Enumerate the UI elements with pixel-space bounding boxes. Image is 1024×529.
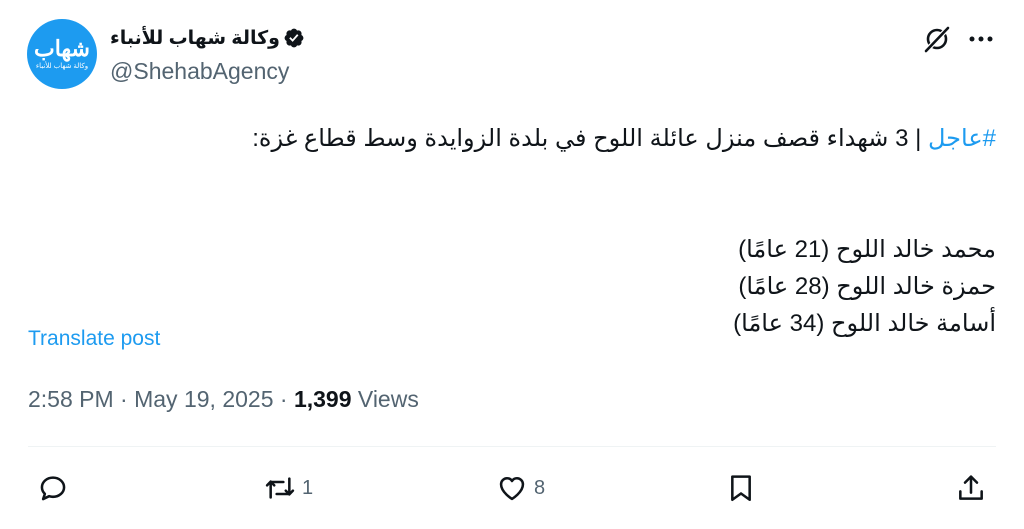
heart-icon <box>499 477 525 501</box>
verified-badge-icon[interactable] <box>283 27 305 49</box>
account-handle[interactable]: @ShehabAgency <box>110 58 289 85</box>
views-count[interactable]: 1,399 <box>294 386 352 412</box>
victim-name: حمزة خالد اللوح (28 عامًا) <box>738 273 996 300</box>
meta-separator: · <box>113 386 135 412</box>
post-headline-line: #عاجل | 3 شهداء قصف منزل عائلة اللوح في … <box>196 120 996 157</box>
victim-name: محمد خالد اللوح (21 عامًا) <box>738 236 996 263</box>
bookmark-icon <box>731 475 751 501</box>
avatar-logo-subtext: وكالة شهاب للأنباء <box>35 63 89 70</box>
post-meta: 2:58 PM · May 19, 2025 · 1,399 Views <box>28 386 419 413</box>
repost-button[interactable]: 1 <box>264 470 313 506</box>
divider <box>28 446 996 447</box>
repost-count: 1 <box>302 476 314 499</box>
victim-name: أسامة خالد اللوح (34 عامًا) <box>733 310 996 337</box>
author-name-row: وكالة شهاب للأنباء <box>110 24 305 52</box>
post-text: #عاجل | 3 شهداء قصف منزل عائلة اللوح في … <box>196 120 996 342</box>
meta-separator: · <box>273 386 294 412</box>
like-count: 8 <box>534 476 546 499</box>
share-button[interactable] <box>955 470 987 506</box>
translate-post-link[interactable]: Translate post <box>28 327 160 351</box>
hashtag-link[interactable]: #عاجل <box>928 125 996 152</box>
reply-icon <box>40 476 66 501</box>
grok-icon[interactable] <box>922 24 952 54</box>
repost-icon <box>265 477 295 499</box>
views-label: Views <box>351 386 419 412</box>
avatar-logo-text: شهاب <box>34 36 90 62</box>
bookmark-button[interactable] <box>725 470 757 506</box>
post-date[interactable]: May 19, 2025 <box>134 386 273 412</box>
share-icon <box>959 475 983 500</box>
display-name[interactable]: وكالة شهاب للأنباء <box>110 27 280 50</box>
avatar[interactable]: شهاب وكالة شهاب للأنباء <box>27 19 97 89</box>
more-icon[interactable] <box>966 26 996 52</box>
reply-button[interactable] <box>37 470 75 506</box>
like-button[interactable]: 8 <box>496 470 545 506</box>
post-headline: | 3 شهداء قصف منزل عائلة اللوح في بلدة ا… <box>252 125 928 152</box>
post-time[interactable]: 2:58 PM <box>28 386 114 412</box>
